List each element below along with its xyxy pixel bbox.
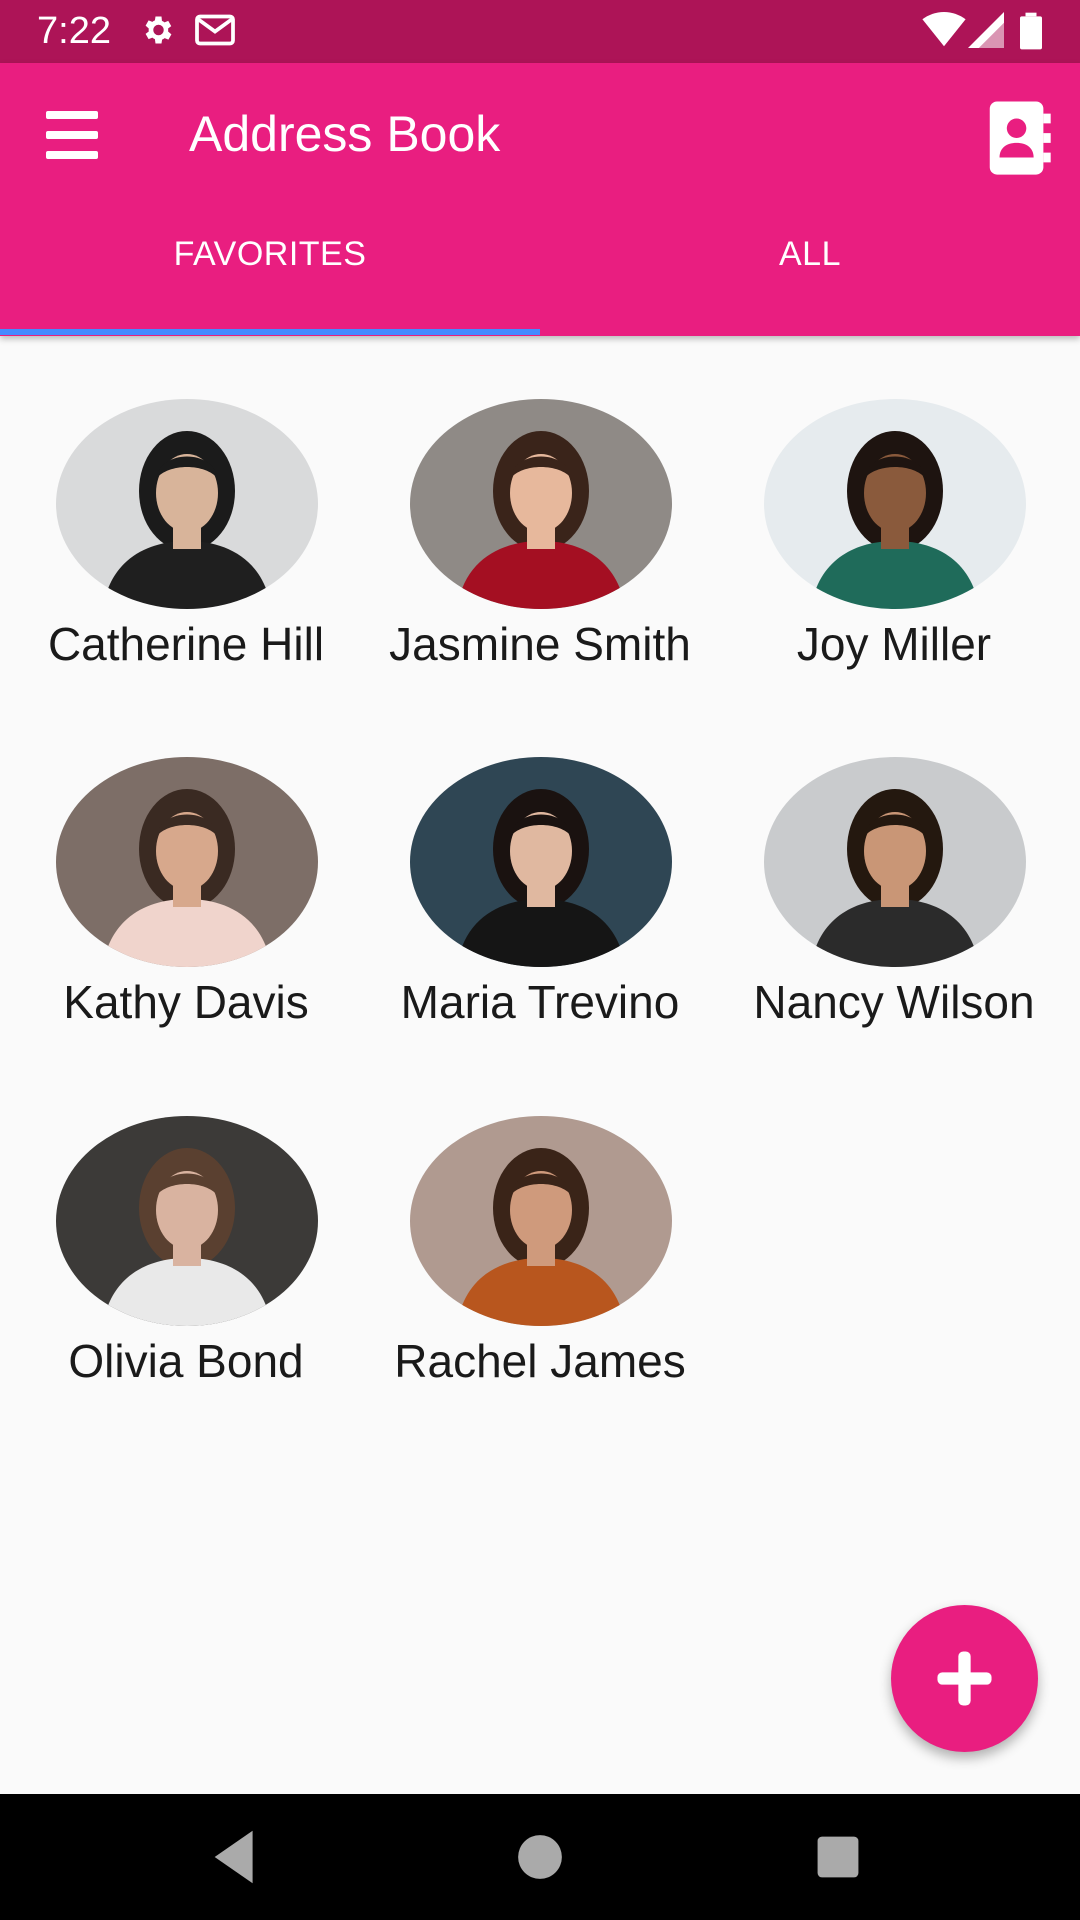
menu-icon xyxy=(46,111,98,119)
portrait-image xyxy=(764,399,1026,609)
portrait-image xyxy=(410,1116,672,1326)
add-contact-button[interactable] xyxy=(891,1605,1038,1752)
wifi-icon xyxy=(922,12,966,53)
contact-card[interactable]: Catherine Hill xyxy=(8,336,360,670)
contact-card[interactable]: Rachel James xyxy=(362,1053,714,1387)
contacts-icon xyxy=(989,101,1051,175)
tab-indicator xyxy=(0,329,540,335)
avatar xyxy=(410,1116,672,1326)
signal-icon xyxy=(968,12,1004,53)
back-icon xyxy=(214,1830,253,1884)
status-bar: 7:22 xyxy=(0,0,1080,63)
tab-favorites[interactable]: FAVORITES xyxy=(0,206,540,336)
contact-name: Jasmine Smith xyxy=(389,618,691,670)
avatar xyxy=(410,757,672,967)
gmail-icon xyxy=(194,12,236,53)
contact-card[interactable]: Nancy Wilson xyxy=(716,694,1068,1028)
portrait-image xyxy=(410,399,672,609)
tab-label: ALL xyxy=(779,235,841,273)
contact-card[interactable]: Jasmine Smith xyxy=(362,336,714,670)
add-icon xyxy=(937,1651,992,1706)
avatar xyxy=(410,399,672,609)
contact-name: Catherine Hill xyxy=(47,618,325,670)
contact-card[interactable]: Joy Miller xyxy=(716,336,1068,670)
contact-name: Kathy Davis xyxy=(63,976,309,1028)
avatar xyxy=(764,757,1026,967)
contact-name: Joy Miller xyxy=(796,618,992,670)
status-time: 7:22 xyxy=(37,10,111,52)
tab-all[interactable]: ALL xyxy=(540,206,1080,336)
back-button[interactable] xyxy=(203,1822,273,1892)
app-bar: Address Book FAVORITES ALL xyxy=(0,63,1080,336)
contact-card[interactable]: Kathy Davis xyxy=(8,694,360,1028)
contact-name: Olivia Bond xyxy=(68,1335,304,1387)
home-button[interactable] xyxy=(505,1822,575,1892)
menu-button[interactable] xyxy=(40,103,108,171)
avatar xyxy=(56,757,318,967)
recents-icon xyxy=(817,1836,859,1878)
contact-name: Maria Trevino xyxy=(400,976,680,1028)
app-title: Address Book xyxy=(189,106,501,162)
settings-icon xyxy=(139,12,175,53)
avatar xyxy=(764,399,1026,609)
tab-label: FAVORITES xyxy=(173,235,367,273)
contacts-button[interactable] xyxy=(984,99,1054,177)
portrait-image xyxy=(764,757,1026,967)
portrait-image xyxy=(56,1116,318,1326)
portrait-image xyxy=(410,757,672,967)
recents-button[interactable] xyxy=(803,1822,873,1892)
navigation-bar xyxy=(0,1794,1080,1920)
contact-card[interactable]: Olivia Bond xyxy=(8,1053,360,1387)
avatar xyxy=(56,399,318,609)
battery-icon xyxy=(1020,12,1042,55)
avatar xyxy=(56,1116,318,1326)
contact-name: Nancy Wilson xyxy=(753,976,1035,1028)
contact-card[interactable]: Maria Trevino xyxy=(362,694,714,1028)
menu-icon-bar xyxy=(46,151,98,159)
portrait-image xyxy=(56,757,318,967)
contact-name: Rachel James xyxy=(394,1335,686,1387)
menu-icon-bar xyxy=(46,131,98,139)
home-icon xyxy=(518,1835,562,1879)
portrait-image xyxy=(56,399,318,609)
